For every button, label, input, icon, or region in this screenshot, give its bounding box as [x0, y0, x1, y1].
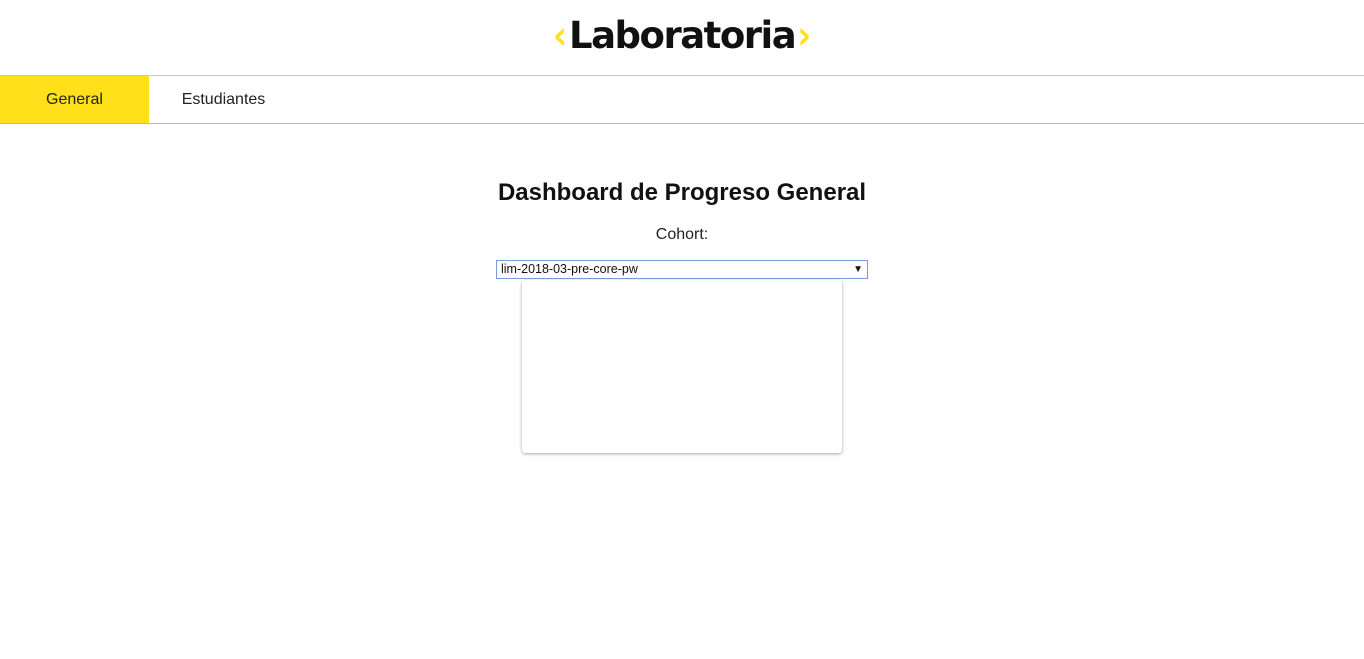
tab-general-label: General [46, 90, 103, 108]
main-content: Dashboard de Progreso General Cohort: li… [0, 124, 1364, 654]
main-nav: General Estudiantes [0, 76, 1364, 124]
logo-left-bracket-icon: ‹ [553, 13, 568, 60]
tab-general[interactable]: General [0, 76, 149, 123]
cohort-select[interactable]: lim-2018-03-pre-core-pw ▼ [496, 260, 868, 279]
cohort-label: Cohort: [655, 226, 709, 243]
logo-right-bracket-icon: › [797, 13, 812, 60]
cohort-select-value: lim-2018-03-pre-core-pw [501, 262, 638, 276]
tab-estudiantes[interactable]: Estudiantes [149, 76, 298, 123]
chevron-down-icon: ▼ [853, 264, 863, 275]
laboratoria-logo[interactable]: ‹ Laboratoria › [553, 13, 811, 59]
logo-wordmark: Laboratoria [569, 14, 797, 57]
page-title: Dashboard de Progreso General [497, 179, 867, 206]
site-header: ‹ Laboratoria › [0, 0, 1364, 76]
progress-card [522, 280, 842, 453]
tab-estudiantes-label: Estudiantes [181, 90, 266, 108]
